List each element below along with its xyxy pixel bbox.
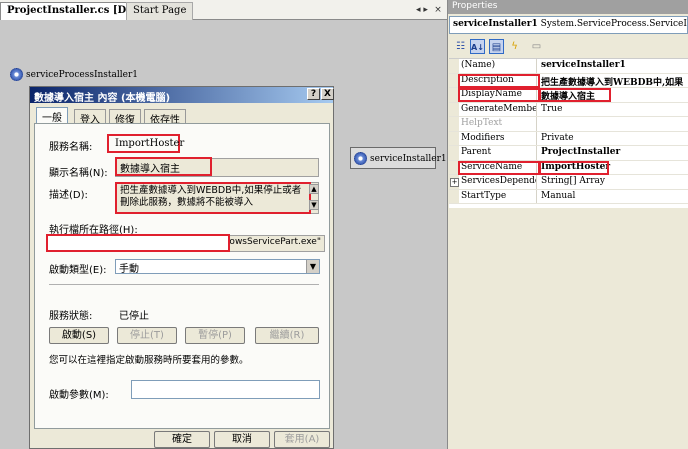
tab-general[interactable]: 一般: [36, 107, 68, 124]
property-row-servicename[interactable]: ServiceName ImportHoster: [449, 160, 688, 175]
start-button[interactable]: 啟動(S): [49, 327, 109, 344]
help-button[interactable]: ?: [307, 88, 320, 100]
start-params-hint: 您可以在這裡指定啟動服務時所要套用的參數。: [49, 355, 249, 366]
description-highlight: [458, 73, 540, 88]
service-status-value: 已停止: [119, 311, 149, 322]
property-value: [539, 117, 688, 131]
categorized-icon[interactable]: ☷: [453, 39, 468, 54]
service-properties-dialog: 數據導入宿主 內容 (本機電腦) ? X 一般 登入 修復 依存性 服務名稱: …: [29, 86, 334, 449]
alphabetical-icon[interactable]: A↓: [470, 39, 485, 54]
exec-path-redaction: [46, 234, 230, 252]
property-value: serviceInstaller1: [541, 60, 626, 70]
property-row-parent[interactable]: Parent ProjectInstaller: [449, 146, 688, 161]
property-name: Modifiers: [449, 131, 537, 145]
events-icon[interactable]: ϟ: [507, 39, 522, 54]
property-name: ServicesDependedOn: [449, 175, 537, 189]
start-params-label: 啟動參數(M):: [49, 390, 109, 401]
property-row-helptext[interactable]: HelpText: [449, 117, 688, 132]
display-name-value: 數據導入宿主: [115, 157, 212, 176]
start-params-input[interactable]: [131, 380, 320, 399]
startup-type-value: 手動: [119, 264, 139, 274]
property-row-modifiers[interactable]: Modifiers Private: [449, 131, 688, 146]
object-name: serviceInstaller1: [453, 19, 538, 29]
properties-toolbar: ☷ A↓ ▤ ϟ ▭: [449, 36, 688, 58]
tab-start-page[interactable]: Start Page: [126, 2, 194, 20]
service-installer-component[interactable]: serviceInstaller1: [350, 147, 447, 169]
service-name-label: 服務名稱:: [49, 142, 93, 153]
property-row-generatemember[interactable]: GenerateMember True: [449, 102, 688, 117]
description-value: 把生產數據導入到WEBDB中,如果停止或者刪除此服務，數據將不能被導入: [115, 182, 311, 214]
property-value: ProjectInstaller: [541, 147, 621, 157]
resume-button[interactable]: 繼續(R): [255, 327, 319, 344]
general-tab-panel: 服務名稱: ImportHoster 顯示名稱(N): 數據導入宿主 描述(D)…: [34, 123, 330, 429]
apply-button[interactable]: 套用(A): [274, 431, 330, 448]
scroll-down-icon[interactable]: ▼: [309, 200, 319, 210]
startup-type-label: 啟動類型(E):: [49, 265, 107, 276]
startup-type-select[interactable]: 手動 ▼: [115, 259, 320, 274]
servicename-value-highlight: [539, 160, 609, 175]
property-name: StartType: [449, 189, 537, 203]
dialog-title: 數據導入宿主 內容 (本機電腦): [34, 93, 171, 104]
property-pages-icon[interactable]: ▭: [529, 39, 544, 54]
displayname-highlight: [458, 88, 540, 102]
close-icon[interactable]: ×: [432, 4, 444, 16]
tab-scroll-icon[interactable]: ◂ ▸: [416, 4, 428, 16]
property-value: Manual: [541, 190, 576, 201]
property-value: 把生產數據導入到WEBDB中,如果: [541, 77, 684, 88]
property-value: True: [541, 103, 563, 114]
property-row-starttype[interactable]: StartType Manual: [449, 189, 688, 204]
chevron-down-icon[interactable]: ▼: [306, 260, 319, 273]
property-name: HelpText: [449, 117, 537, 131]
object-selector[interactable]: serviceInstaller1 System.ServiceProcess.…: [449, 16, 688, 34]
dialog-title-bar: 數據導入宿主 內容 (本機電腦) ? X: [30, 87, 334, 104]
property-row-name[interactable]: (Name) serviceInstaller1: [449, 59, 688, 74]
property-name: (Name): [449, 59, 537, 73]
properties-title: Properties: [448, 0, 688, 14]
properties-panel: Properties serviceInstaller1 System.Serv…: [447, 0, 688, 449]
property-name: Parent: [449, 146, 537, 160]
description-label: 描述(D):: [49, 190, 88, 201]
service-status-label: 服務狀態:: [49, 311, 93, 322]
property-value: Private: [541, 132, 574, 143]
pause-button[interactable]: 暫停(P): [185, 327, 245, 344]
tab-logon[interactable]: 登入: [74, 109, 106, 126]
properties-icon[interactable]: ▤: [489, 39, 504, 54]
document-tab-bar: ProjectInstaller.cs [Design]* Start Page…: [0, 0, 447, 20]
object-type: System.ServiceProcess.ServiceInstaller: [540, 19, 687, 29]
cancel-button[interactable]: 取消: [214, 431, 270, 448]
display-name-label: 顯示名稱(N):: [49, 168, 108, 179]
property-row-description[interactable]: Description 把生產數據導入到WEBDB中,如果: [449, 73, 688, 88]
stop-button[interactable]: 停止(T): [117, 327, 177, 344]
component-label: serviceInstaller1: [370, 154, 447, 164]
component-label: serviceProcessInstaller1: [26, 70, 139, 80]
displayname-value-highlight: [539, 88, 611, 102]
ok-button[interactable]: 確定: [154, 431, 210, 448]
designer-surface[interactable]: ProjectInstaller.cs [Design]* Start Page…: [0, 0, 447, 449]
divider: [49, 284, 319, 285]
scroll-up-icon[interactable]: ▲: [309, 184, 319, 194]
property-value: String[] Array: [541, 176, 605, 186]
servicename-highlight: [458, 160, 540, 175]
tab-dependencies[interactable]: 依存性: [144, 109, 186, 126]
property-row-servicesdependedon[interactable]: + ServicesDependedOn String[] Array: [449, 175, 688, 190]
service-process-installer-component[interactable]: serviceProcessInstaller1: [10, 68, 138, 81]
service-name-value: ImportHoster: [107, 134, 184, 153]
gear-icon: [10, 68, 23, 81]
property-name: GenerateMember: [449, 102, 537, 116]
close-button[interactable]: X: [321, 88, 334, 100]
property-grid: (Name) serviceInstaller1 Description 把生產…: [449, 58, 688, 208]
property-row-displayname[interactable]: DisplayName 數據導入宿主: [449, 88, 688, 103]
tab-recovery[interactable]: 修復: [109, 109, 141, 126]
gear-icon: [354, 152, 367, 165]
